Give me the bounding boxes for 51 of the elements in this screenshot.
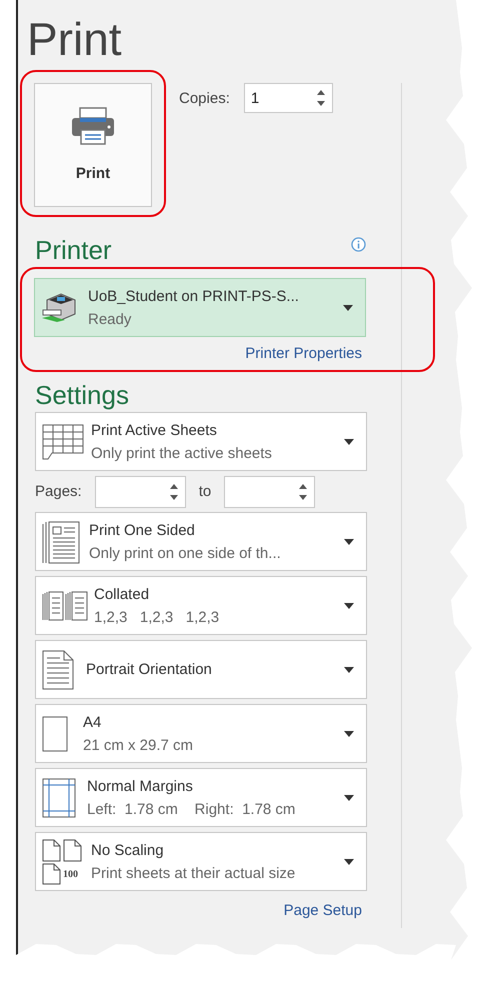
printer-dropdown[interactable]: UoB_Student on PRINT-PS-S... Ready <box>34 278 366 337</box>
print-button[interactable]: Print <box>34 83 152 207</box>
caret-icon <box>344 730 354 736</box>
settings-dropdown[interactable]: 100 No Scaling Print sheets at their actual size <box>35 832 367 891</box>
option-title: No Scaling <box>91 842 164 858</box>
portrait-page-icon <box>42 650 74 690</box>
settings-dropdown[interactable]: Portrait Orientation <box>35 640 367 699</box>
settings-dropdown[interactable]: Print One Sided Only print on one side of th... <box>35 512 367 571</box>
caret-icon <box>344 602 354 608</box>
option-title: Portrait Orientation <box>86 661 212 678</box>
option-description: 21 cm x 29.7 cm <box>83 736 194 754</box>
option-description: Left: 1.78 cm Right: 1.78 cm <box>87 800 296 818</box>
option-description: Only print the active sheets <box>91 444 272 462</box>
grid-sheet-icon <box>42 422 84 460</box>
option-description: Print sheets at their actual size <box>91 864 296 882</box>
margins-page-icon <box>42 778 76 818</box>
option-description: Only print on one side of th... <box>89 544 281 562</box>
caret-icon <box>344 438 354 444</box>
printer-properties-link[interactable]: Printer Properties <box>245 345 362 362</box>
printer-heading: Printer <box>35 234 112 267</box>
caret-icon <box>344 858 354 864</box>
to-label: to <box>198 483 212 500</box>
settings-heading: Settings <box>35 379 129 412</box>
pages-label: Pages: <box>35 483 82 500</box>
info-icon <box>351 236 366 252</box>
settings-dropdown[interactable]: Print Active Sheets Only print the active sheets <box>35 412 367 471</box>
option-title: Collated <box>94 586 150 602</box>
caret-icon <box>344 794 354 800</box>
settings-dropdown[interactable]: Normal Margins Left: 1.78 cm Right: 1.78 cm <box>35 768 367 827</box>
page-title: Print <box>26 12 122 66</box>
copies-field[interactable]: 1 <box>244 83 333 113</box>
page-setup-link[interactable]: Page Setup <box>284 902 362 919</box>
printer-icon <box>71 107 115 145</box>
printer-name: UoB_Student on PRINT-PS-S... <box>88 288 299 304</box>
caret-icon <box>344 538 354 544</box>
option-title: Normal Margins <box>87 778 193 794</box>
caret-icon <box>343 304 353 310</box>
option-title: Print Active Sheets <box>91 422 217 438</box>
settings-dropdown[interactable]: A4 21 cm x 29.7 cm <box>35 704 367 763</box>
option-title: Print One Sided <box>89 522 195 538</box>
blank-page-icon <box>42 716 68 752</box>
copies-label: Copies: <box>179 90 230 106</box>
collated-pages-icon <box>42 590 90 622</box>
option-title: A4 <box>83 714 102 730</box>
printer-status: Ready <box>88 310 132 328</box>
document-pages-icon <box>42 518 80 564</box>
settings-dropdown[interactable]: Collated 1,2,3 1,2,3 1,2,3 <box>35 576 367 635</box>
to-page-field[interactable] <box>224 476 316 508</box>
option-description: 1,2,3 1,2,3 1,2,3 <box>94 608 220 626</box>
caret-icon <box>344 666 354 672</box>
from-page-field[interactable] <box>94 476 186 508</box>
